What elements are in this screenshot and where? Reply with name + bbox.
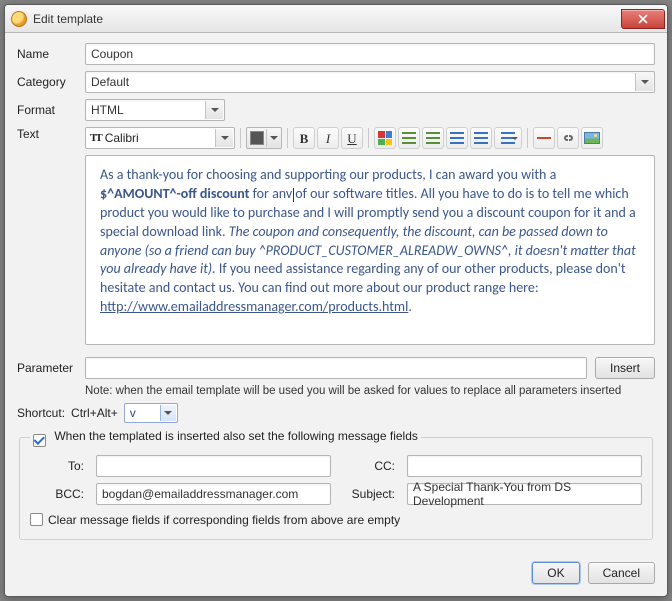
cancel-button[interactable]: Cancel: [588, 562, 655, 584]
increase-indent-button[interactable]: [470, 127, 492, 149]
numbered-list-button[interactable]: [398, 127, 420, 149]
chevron-down-icon: [205, 101, 223, 119]
shortcut-label: Shortcut:: [17, 406, 65, 420]
cc-label: CC:: [339, 459, 399, 473]
indent-icon: [474, 132, 488, 144]
bcc-input[interactable]: bogdan@emailaddressmanager.com: [96, 483, 331, 505]
chevron-down-icon: [635, 73, 653, 91]
underline-button[interactable]: U: [341, 127, 363, 149]
parameter-note: Note: when the email template will be us…: [85, 385, 655, 397]
close-icon: [638, 14, 648, 24]
insert-link-button[interactable]: [557, 127, 579, 149]
category-label: Category: [17, 75, 77, 89]
subject-label: Subject:: [339, 487, 399, 501]
color-swatch-icon: [250, 131, 264, 145]
name-input[interactable]: Coupon: [85, 43, 655, 65]
subject-input[interactable]: A Special Thank-You from DS Development: [407, 483, 642, 505]
insert-image-button[interactable]: [581, 127, 603, 149]
body-link[interactable]: http://www.emailaddressmanager.com/produ…: [100, 298, 408, 315]
color-grid-icon: [378, 131, 392, 145]
edit-template-dialog: Edit template Name Coupon Category Defau…: [4, 4, 668, 597]
outdent-icon: [450, 132, 464, 144]
font-glyph-icon: TT: [90, 132, 101, 144]
set-fields-checkbox[interactable]: [33, 434, 46, 447]
parameter-label: Parameter: [17, 361, 77, 375]
chevron-down-icon: [215, 129, 233, 147]
horizontal-rule-icon: [537, 137, 551, 139]
font-color-picker[interactable]: [246, 127, 282, 149]
format-select[interactable]: HTML: [85, 99, 225, 121]
window-title: Edit template: [33, 12, 103, 26]
insert-line-button[interactable]: [533, 127, 555, 149]
bcc-label: BCC:: [30, 487, 88, 501]
italic-button[interactable]: I: [317, 127, 339, 149]
link-icon: [561, 132, 575, 144]
highlight-color-button[interactable]: [374, 127, 396, 149]
close-button[interactable]: [621, 9, 665, 29]
editor-toolbar: TT Calibri B I U: [85, 127, 603, 149]
template-body-editor[interactable]: As a thank-you for choosing and supporti…: [85, 155, 655, 345]
bulleted-list-button[interactable]: [422, 127, 444, 149]
decrease-indent-button[interactable]: [446, 127, 468, 149]
to-input[interactable]: [96, 455, 331, 477]
clear-fields-checkbox[interactable]: [30, 513, 43, 526]
chevron-down-icon: [160, 405, 176, 421]
align-icon: [501, 132, 515, 144]
align-button[interactable]: [494, 127, 522, 149]
to-label: To:: [30, 459, 88, 473]
font-select[interactable]: TT Calibri: [85, 127, 235, 149]
shortcut-prefix: Ctrl+Alt+: [71, 406, 118, 420]
bold-button[interactable]: B: [293, 127, 315, 149]
titlebar[interactable]: Edit template: [5, 5, 667, 33]
text-label: Text: [17, 127, 77, 141]
name-label: Name: [17, 47, 77, 61]
shortcut-key-select[interactable]: v: [124, 403, 178, 423]
ok-button[interactable]: OK: [532, 562, 579, 584]
bul-list-icon: [426, 132, 440, 144]
set-fields-label: When the templated is inserted also set …: [54, 429, 418, 443]
insert-button[interactable]: Insert: [595, 357, 655, 379]
image-icon: [584, 132, 600, 144]
app-icon: [11, 11, 27, 27]
clear-fields-label: Clear message fields if corresponding fi…: [48, 513, 400, 527]
format-label: Format: [17, 103, 77, 117]
set-fields-group: When the templated is inserted also set …: [19, 429, 653, 540]
cc-input[interactable]: [407, 455, 642, 477]
chevron-down-icon: [266, 129, 280, 147]
category-select[interactable]: Default: [85, 71, 655, 93]
num-list-icon: [402, 132, 416, 144]
parameter-input[interactable]: [85, 357, 587, 379]
